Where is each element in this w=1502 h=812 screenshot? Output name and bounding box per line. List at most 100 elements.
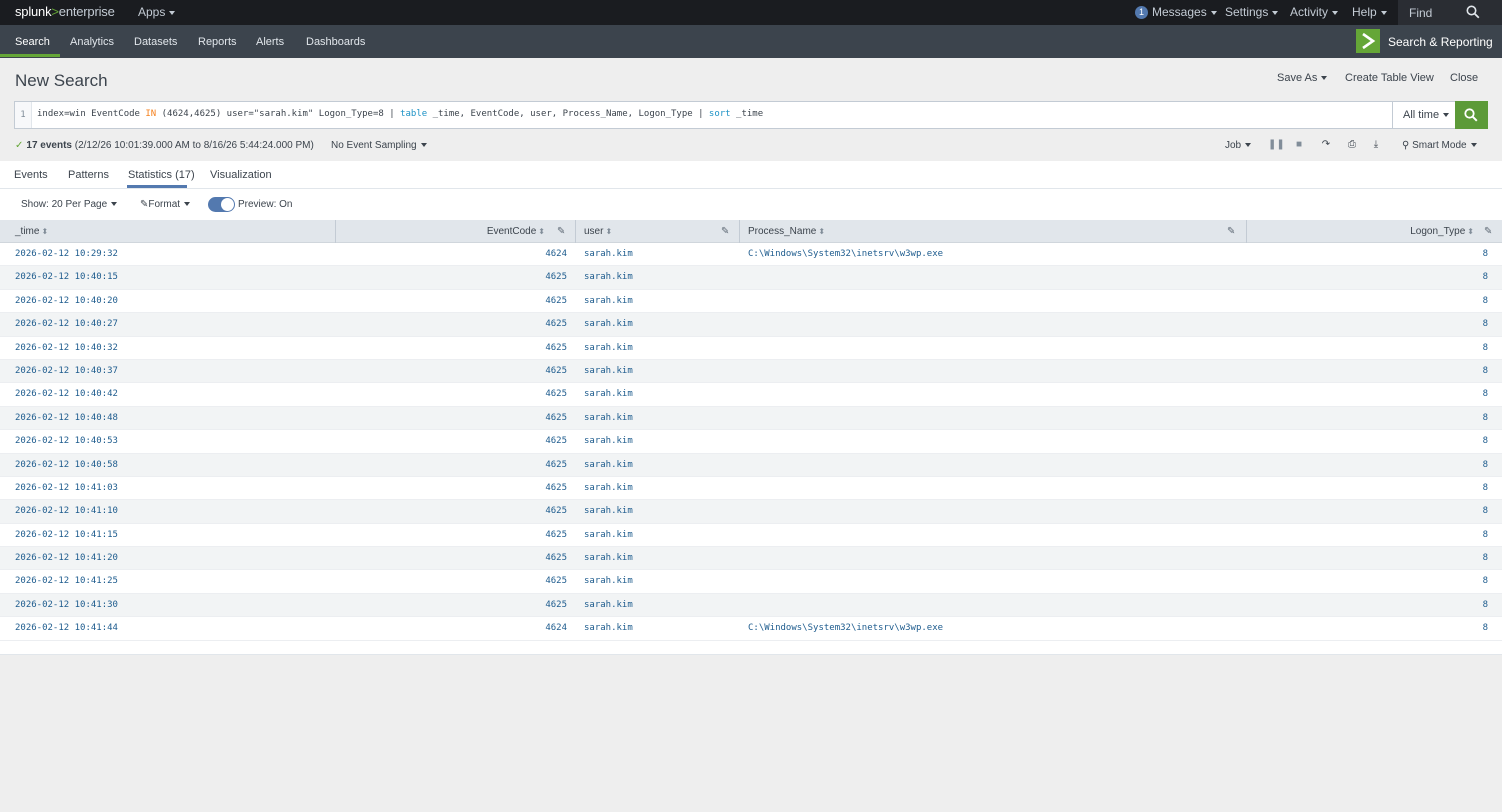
messages-menu[interactable]: 1 Messages bbox=[1135, 5, 1217, 20]
cell-process-name[interactable] bbox=[748, 594, 1238, 617]
cell-user[interactable]: sarah.kim bbox=[584, 594, 734, 617]
cell-time[interactable]: 2026-02-12 10:40:58 bbox=[15, 454, 325, 477]
cell-eventcode[interactable]: 4624 bbox=[336, 243, 567, 266]
run-search-button[interactable] bbox=[1455, 101, 1488, 129]
tab-visualization[interactable]: Visualization bbox=[210, 169, 272, 181]
cell-eventcode[interactable]: 4625 bbox=[336, 383, 567, 406]
apps-menu[interactable]: Apps bbox=[138, 5, 176, 19]
help-menu[interactable]: Help bbox=[1352, 5, 1387, 19]
cell-logon-type[interactable]: 8 bbox=[1250, 360, 1488, 383]
cell-process-name[interactable] bbox=[748, 454, 1238, 477]
cell-user[interactable]: sarah.kim bbox=[584, 570, 734, 593]
cell-time[interactable]: 2026-02-12 10:40:20 bbox=[15, 290, 325, 313]
cell-process-name[interactable] bbox=[748, 430, 1238, 453]
tab-events[interactable]: Events bbox=[14, 169, 48, 181]
format-menu[interactable]: ✎Format bbox=[140, 199, 191, 210]
cell-eventcode[interactable]: 4625 bbox=[336, 430, 567, 453]
cell-user[interactable]: sarah.kim bbox=[584, 383, 734, 406]
nav-alerts[interactable]: Alerts bbox=[256, 36, 284, 48]
cell-time[interactable]: 2026-02-12 10:41:10 bbox=[15, 500, 325, 523]
preview-toggle[interactable] bbox=[208, 197, 235, 212]
cell-eventcode[interactable]: 4625 bbox=[336, 266, 567, 289]
tab-patterns[interactable]: Patterns bbox=[68, 169, 109, 181]
nav-datasets[interactable]: Datasets bbox=[134, 36, 177, 48]
cell-user[interactable]: sarah.kim bbox=[584, 454, 734, 477]
cell-eventcode[interactable]: 4625 bbox=[336, 360, 567, 383]
cell-logon-type[interactable]: 8 bbox=[1250, 337, 1488, 360]
cell-logon-type[interactable]: 8 bbox=[1250, 430, 1488, 453]
cell-logon-type[interactable]: 8 bbox=[1250, 454, 1488, 477]
cell-eventcode[interactable]: 4624 bbox=[336, 617, 567, 640]
edit-column-icon[interactable]: ✎ bbox=[721, 220, 729, 243]
per-page-menu[interactable]: Show: 20 Per Page bbox=[21, 199, 118, 210]
cell-eventcode[interactable]: 4625 bbox=[336, 290, 567, 313]
cell-process-name[interactable] bbox=[748, 524, 1238, 547]
cell-eventcode[interactable]: 4625 bbox=[336, 570, 567, 593]
nav-reports[interactable]: Reports bbox=[198, 36, 237, 48]
cell-user[interactable]: sarah.kim bbox=[584, 547, 734, 570]
stop-icon[interactable]: ■ bbox=[1293, 139, 1305, 151]
cell-logon-type[interactable]: 8 bbox=[1250, 290, 1488, 313]
cell-logon-type[interactable]: 8 bbox=[1250, 524, 1488, 547]
cell-time[interactable]: 2026-02-12 10:29:32 bbox=[15, 243, 325, 266]
tab-statistics[interactable]: Statistics (17) bbox=[128, 169, 195, 181]
cell-eventcode[interactable]: 4625 bbox=[336, 477, 567, 500]
cell-eventcode[interactable]: 4625 bbox=[336, 337, 567, 360]
activity-menu[interactable]: Activity bbox=[1290, 5, 1339, 19]
search-icon[interactable] bbox=[1466, 5, 1480, 19]
cell-logon-type[interactable]: 8 bbox=[1250, 243, 1488, 266]
cell-process-name[interactable] bbox=[748, 407, 1238, 430]
cell-time[interactable]: 2026-02-12 10:41:44 bbox=[15, 617, 325, 640]
cell-eventcode[interactable]: 4625 bbox=[336, 524, 567, 547]
cell-logon-type[interactable]: 8 bbox=[1250, 383, 1488, 406]
app-title[interactable]: Search & Reporting bbox=[1388, 35, 1493, 49]
cell-logon-type[interactable]: 8 bbox=[1250, 313, 1488, 336]
cell-time[interactable]: 2026-02-12 10:40:15 bbox=[15, 266, 325, 289]
cell-eventcode[interactable]: 4625 bbox=[336, 547, 567, 570]
pause-icon[interactable]: ❚❚ bbox=[1268, 139, 1285, 151]
cell-user[interactable]: sarah.kim bbox=[584, 266, 734, 289]
edit-column-icon[interactable]: ✎ bbox=[1227, 220, 1235, 243]
create-table-view-button[interactable]: Create Table View bbox=[1345, 72, 1434, 84]
cell-user[interactable]: sarah.kim bbox=[584, 617, 734, 640]
cell-eventcode[interactable]: 4625 bbox=[336, 500, 567, 523]
cell-logon-type[interactable]: 8 bbox=[1250, 547, 1488, 570]
cell-eventcode[interactable]: 4625 bbox=[336, 454, 567, 477]
nav-analytics[interactable]: Analytics bbox=[70, 36, 114, 48]
cell-user[interactable]: sarah.kim bbox=[584, 407, 734, 430]
time-range-picker[interactable]: All time bbox=[1392, 102, 1455, 128]
cell-process-name[interactable]: C:\Windows\System32\inetsrv\w3wp.exe bbox=[748, 243, 1238, 266]
column-header-user[interactable]: user ⬍ bbox=[576, 220, 740, 243]
cell-time[interactable]: 2026-02-12 10:40:53 bbox=[15, 430, 325, 453]
cell-time[interactable]: 2026-02-12 10:41:20 bbox=[15, 547, 325, 570]
cell-time[interactable]: 2026-02-12 10:40:32 bbox=[15, 337, 325, 360]
cell-user[interactable]: sarah.kim bbox=[584, 313, 734, 336]
cell-process-name[interactable] bbox=[748, 500, 1238, 523]
close-button[interactable]: Close bbox=[1450, 72, 1478, 84]
splunk-logo[interactable]: splunk>enterprise bbox=[15, 4, 115, 19]
export-icon[interactable]: ⤓ bbox=[1370, 139, 1382, 151]
cell-eventcode[interactable]: 4625 bbox=[336, 313, 567, 336]
cell-user[interactable]: sarah.kim bbox=[584, 500, 734, 523]
settings-menu[interactable]: Settings bbox=[1225, 5, 1279, 19]
cell-process-name[interactable] bbox=[748, 547, 1238, 570]
edit-column-icon[interactable]: ✎ bbox=[1484, 220, 1492, 243]
cell-logon-type[interactable]: 8 bbox=[1250, 477, 1488, 500]
cell-logon-type[interactable]: 8 bbox=[1250, 570, 1488, 593]
cell-logon-type[interactable]: 8 bbox=[1250, 594, 1488, 617]
cell-time[interactable]: 2026-02-12 10:41:25 bbox=[15, 570, 325, 593]
column-header-logon-type[interactable]: Logon_Type ⬍ bbox=[1247, 220, 1502, 243]
cell-time[interactable]: 2026-02-12 10:41:30 bbox=[15, 594, 325, 617]
edit-column-icon[interactable]: ✎ bbox=[557, 220, 565, 243]
search-query-input[interactable]: index=win EventCode IN (4624,4625) user=… bbox=[37, 109, 763, 119]
cell-user[interactable]: sarah.kim bbox=[584, 430, 734, 453]
cell-time[interactable]: 2026-02-12 10:41:15 bbox=[15, 524, 325, 547]
cell-process-name[interactable] bbox=[748, 337, 1238, 360]
cell-user[interactable]: sarah.kim bbox=[584, 524, 734, 547]
cell-time[interactable]: 2026-02-12 10:40:37 bbox=[15, 360, 325, 383]
cell-user[interactable]: sarah.kim bbox=[584, 290, 734, 313]
app-logo-icon[interactable] bbox=[1356, 29, 1380, 53]
cell-process-name[interactable] bbox=[748, 313, 1238, 336]
cell-time[interactable]: 2026-02-12 10:40:48 bbox=[15, 407, 325, 430]
cell-eventcode[interactable]: 4625 bbox=[336, 407, 567, 430]
